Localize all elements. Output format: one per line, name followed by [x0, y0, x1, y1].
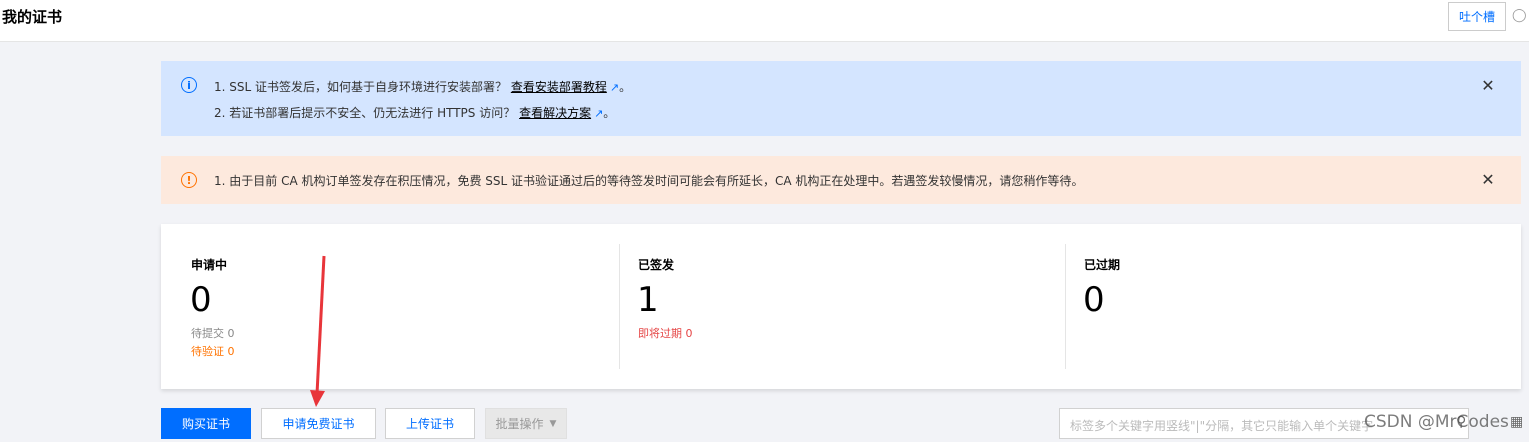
warning-alert-text: 1. 由于目前 CA 机构订单签发存在积压情况，免费 SSL 证书验证通过后的等… [214, 174, 1084, 188]
pending-submit-count[interactable]: 待提交 0 [191, 325, 235, 341]
external-link-icon: ↗ [594, 107, 604, 120]
annotation-arrow [310, 255, 326, 407]
warning-alert: ! 1. 由于目前 CA 机构订单签发存在积压情况，免费 SSL 证书验证通过后… [161, 156, 1521, 204]
info-alert: i 1. SSL 证书签发后，如何基于自身环境进行安装部署？ 查看安装部署教程 ↗… [161, 61, 1521, 136]
close-icon[interactable]: ✕ [1481, 78, 1495, 94]
info-line1-text: 1. SSL 证书签发后，如何基于自身环境进行安装部署？ [214, 80, 507, 94]
info-alert-line-1: 1. SSL 证书签发后，如何基于自身环境进行安装部署？ 查看安装部署教程 ↗。 [214, 78, 631, 95]
warning-icon: ! [181, 172, 197, 188]
caret-down-icon: ▼ [549, 418, 557, 429]
stat-value[interactable]: 0 [1083, 280, 1105, 320]
chat-icon[interactable]: ◯ [1512, 8, 1528, 24]
stat-label: 已过期 [1084, 258, 1121, 272]
solution-link[interactable]: 查看解决方案 [519, 106, 591, 120]
grid-icon[interactable]: ▦ [1510, 414, 1526, 430]
stats-panel: 申请中 0 待提交 0 待验证 0 已签发 1 即将过期 0 已过期 0 [161, 224, 1521, 389]
info-icon: i [181, 77, 197, 93]
stat-label: 申请中 [191, 258, 228, 272]
stat-pending: 申请中 0 待提交 0 待验证 0 [161, 224, 619, 389]
info-line2-end: 。 [603, 106, 616, 120]
page-title: 我的证书 [2, 8, 63, 26]
upload-certificate-button[interactable]: 上传证书 [385, 408, 475, 439]
close-icon[interactable]: ✕ [1481, 172, 1495, 188]
buy-certificate-button[interactable]: 购买证书 [161, 408, 251, 439]
pending-verify-count[interactable]: 待验证 0 [191, 343, 235, 359]
top-bar: 我的证书 吐个槽 ◯ [0, 0, 1529, 42]
apply-free-certificate-button[interactable]: 申请免费证书 [261, 408, 376, 439]
stat-expired: 已过期 0 [1065, 244, 1521, 369]
stat-value[interactable]: 1 [637, 280, 659, 320]
feedback-button[interactable]: 吐个槽 [1448, 2, 1506, 31]
batch-operation-dropdown[interactable]: 批量操作 ▼ [485, 408, 567, 439]
expiring-soon-count[interactable]: 即将过期 0 [638, 325, 693, 341]
stat-label: 已签发 [638, 258, 675, 272]
info-line1-end: 。 [619, 80, 632, 94]
info-alert-line-2: 2. 若证书部署后提示不安全、仍无法进行 HTTPS 访问？ 查看解决方案 ↗。 [214, 104, 615, 121]
stat-value[interactable]: 0 [190, 280, 212, 320]
batch-operation-label: 批量操作 [495, 417, 544, 431]
install-guide-link[interactable]: 查看安装部署教程 [511, 80, 607, 94]
external-link-icon: ↗ [609, 81, 620, 94]
stat-issued: 已签发 1 即将过期 0 [619, 244, 1065, 369]
watermark: CSDN @MrCodes [1364, 412, 1509, 432]
info-line2-text: 2. 若证书部署后提示不安全、仍无法进行 HTTPS 访问？ [214, 106, 516, 120]
